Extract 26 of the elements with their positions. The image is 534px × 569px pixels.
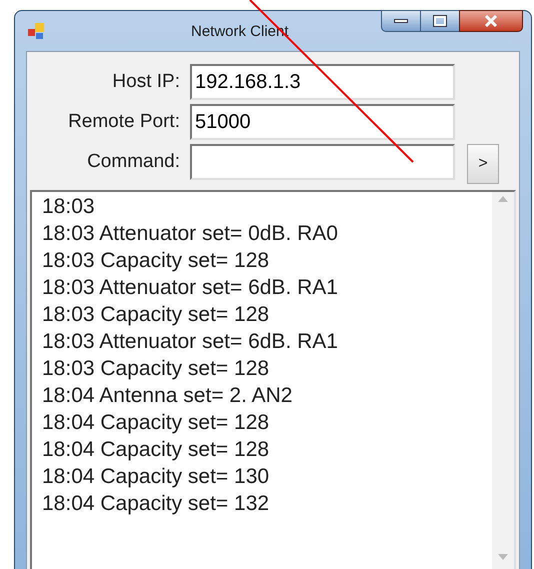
log-line: 18:03 Attenuator set= 6dB. RA1 (42, 329, 339, 355)
close-button[interactable] (459, 10, 523, 32)
input-field[interactable] (190, 144, 455, 180)
log-line: 18:03 Capacity set= 128 (42, 356, 270, 382)
log-line: 18:03 Capacity set= 128 (42, 248, 270, 274)
field-label: Host IP: (111, 70, 181, 94)
scrollbar[interactable] (492, 192, 514, 569)
field-label: Remote Port: (67, 110, 181, 134)
minimize-button[interactable] (381, 10, 421, 32)
input-field[interactable]: 51000 (190, 104, 455, 140)
log-line: 18:04 Capacity set= 128 (42, 437, 270, 463)
log-line: 18:04 Capacity set= 130 (42, 464, 270, 490)
scroll-down-icon (498, 554, 508, 560)
input-field[interactable]: 192.168.1.3 (190, 64, 455, 100)
log-line: 18:04 Capacity set= 128 (42, 410, 270, 436)
close-icon (484, 15, 498, 27)
field-label: Command: (86, 150, 181, 174)
scroll-up-icon (498, 196, 508, 202)
log-line: 18:03 Attenuator set= 0dB. RA0 (42, 221, 339, 247)
log-line: 18:03 Attenuator set= 6dB. RA1 (42, 275, 339, 301)
log-line: 18:03 (42, 194, 96, 220)
maximize-button[interactable] (421, 10, 459, 32)
log-line: 18:03 Capacity set= 128 (42, 302, 270, 328)
log-line: 18:04 Antenna set= 2. AN2 (42, 383, 294, 409)
log-line: 18:04 Capacity set= 132 (42, 491, 270, 517)
send-button[interactable]: > (467, 144, 499, 184)
